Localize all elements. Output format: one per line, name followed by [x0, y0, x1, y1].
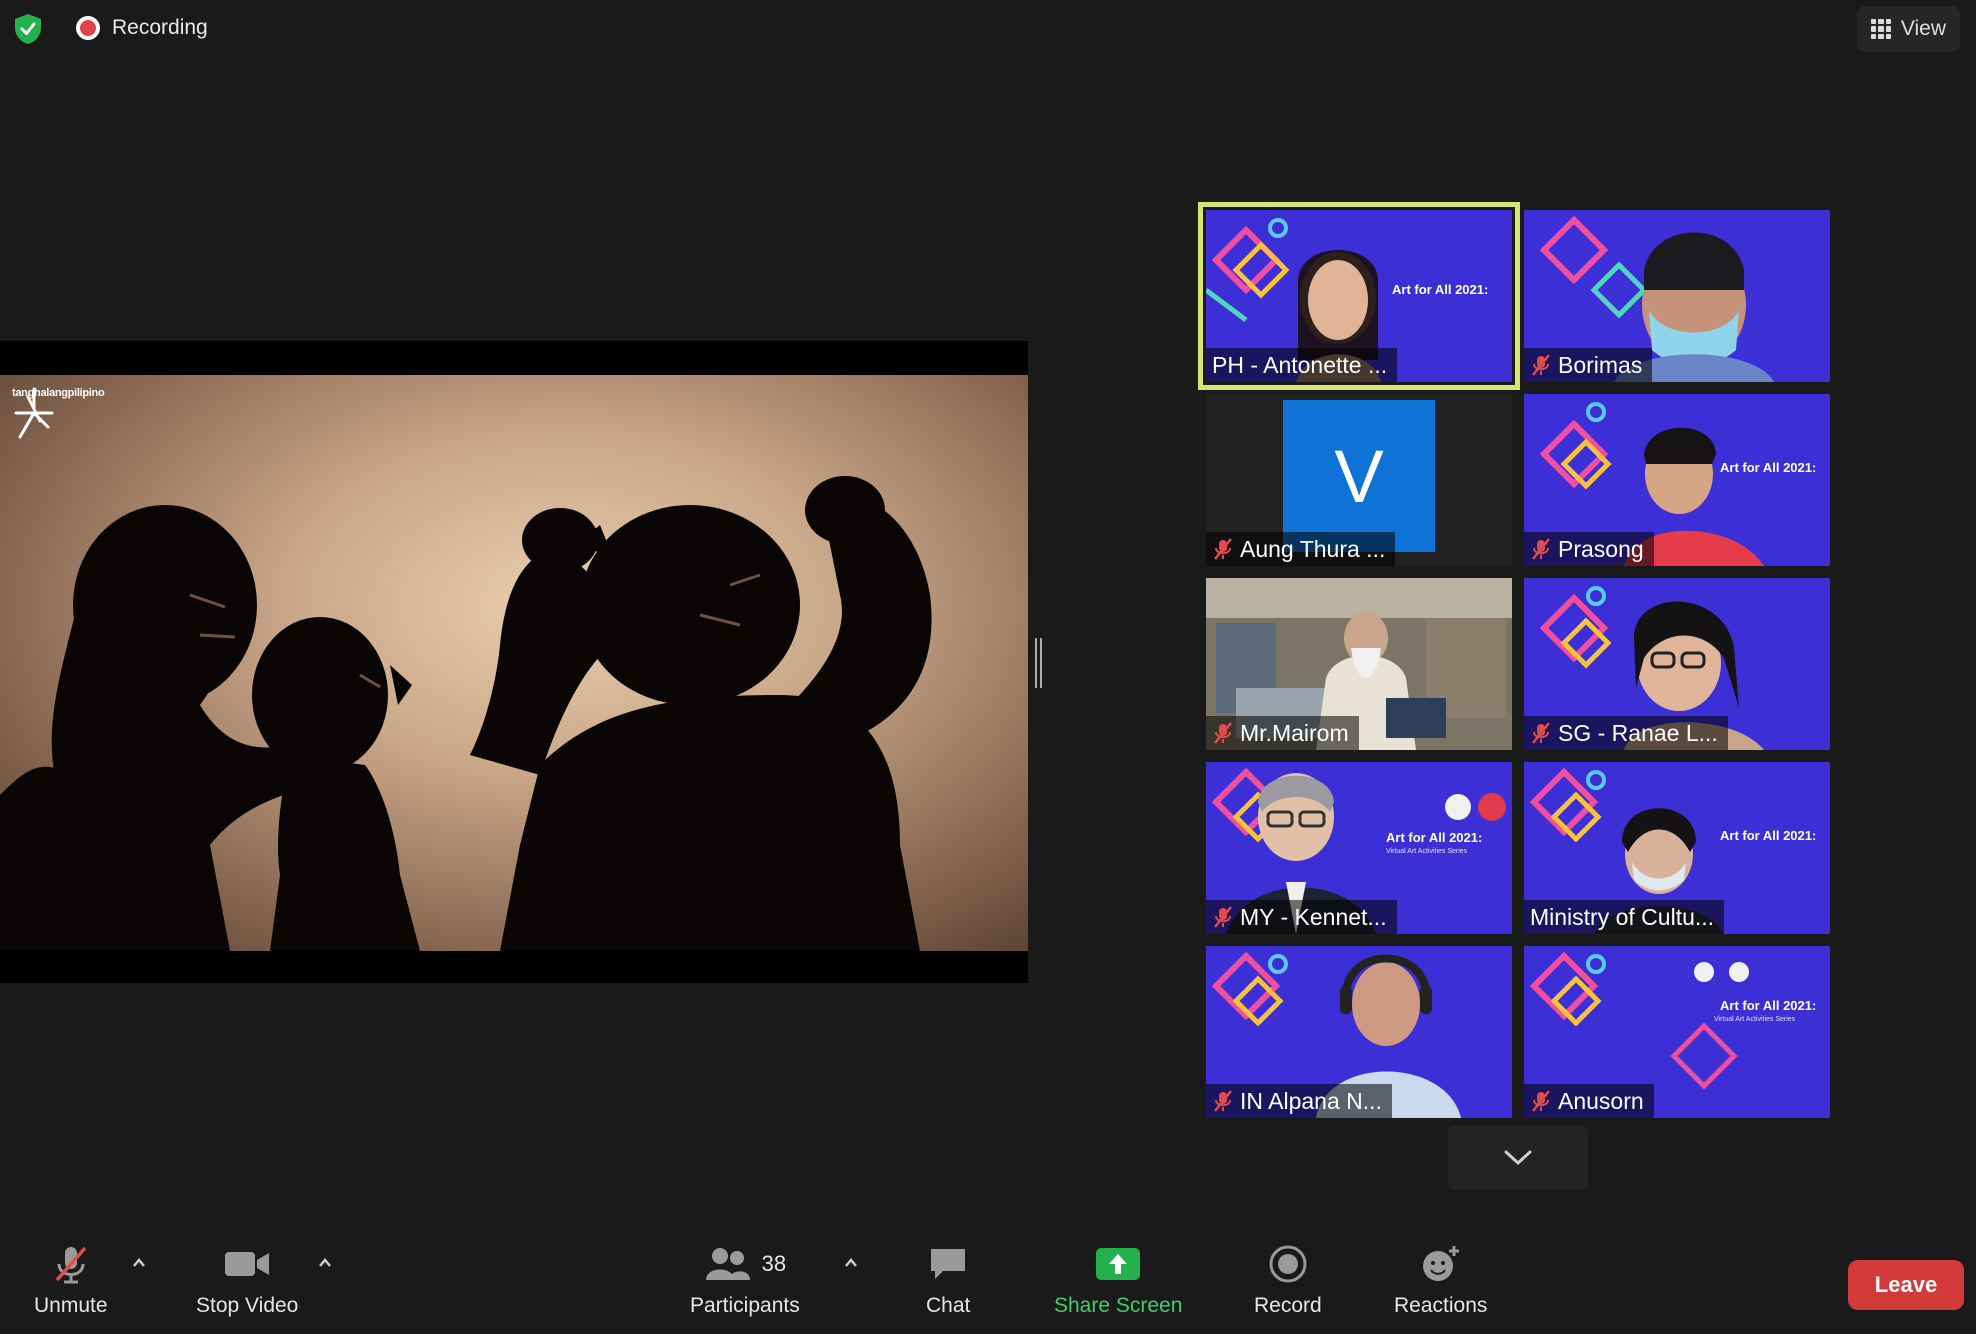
participant-tile[interactable]: SG - Ranae L...: [1524, 578, 1830, 750]
record-icon: [1268, 1244, 1308, 1284]
shadow-silhouettes: [0, 476, 932, 951]
participant-name: SG - Ranae L...: [1558, 719, 1718, 746]
unmute-button[interactable]: Unmute: [34, 1244, 108, 1318]
tanghalang-logo: tanghalangpilipino: [12, 387, 105, 439]
next-page-button[interactable]: [1448, 1126, 1588, 1190]
participant-count: 38: [761, 1251, 787, 1276]
record-button[interactable]: Record: [1254, 1244, 1322, 1318]
participant-name: PH - Antonette ...: [1212, 351, 1388, 378]
poster-subtitle: Virtual Art Activities Series: [1386, 848, 1468, 855]
participant-tile[interactable]: Art for All 2021: Ministry of Cultu...: [1524, 762, 1830, 934]
participant-tile[interactable]: Borimas: [1524, 210, 1830, 382]
participant-name: IN Alpana N...: [1240, 1087, 1382, 1114]
video-options-caret-icon[interactable]: [318, 1256, 332, 1270]
leave-button[interactable]: Leave: [1848, 1260, 1964, 1310]
participant-tile[interactable]: Art for All 2021: PH - Antonette ...: [1198, 202, 1520, 390]
participant-name: Anusorn: [1558, 1087, 1644, 1114]
participant-tile[interactable]: V Aung Thura ...: [1206, 394, 1512, 566]
encryption-shield-icon[interactable]: [12, 12, 44, 46]
poster-subtitle: Virtual Art Activities Series: [1714, 1016, 1796, 1023]
participant-name-bar: Ministry of Cultu...: [1524, 900, 1725, 934]
participant-name-bar: SG - Ranae L...: [1524, 716, 1728, 750]
stop-video-button[interactable]: Stop Video: [196, 1244, 298, 1318]
participants-options-caret-icon[interactable]: [844, 1256, 858, 1270]
participant-name: Prasong: [1558, 535, 1644, 562]
poster-title: Art for All 2021:: [1386, 830, 1483, 845]
view-label: View: [1900, 17, 1946, 40]
mic-muted-icon: [1532, 354, 1550, 376]
participant-name-bar: Prasong: [1524, 532, 1654, 566]
video-camera-icon: [223, 1244, 271, 1284]
participant-name-bar: Borimas: [1524, 348, 1653, 382]
participants-label: Participants: [690, 1294, 800, 1317]
participant-name: Aung Thura ...: [1240, 535, 1386, 562]
shared-screen: tanghalangpilipino: [0, 341, 1028, 983]
chat-label: Chat: [926, 1294, 971, 1317]
participant-name-bar: IN Alpana N...: [1206, 1084, 1392, 1118]
audio-options-caret-icon[interactable]: [132, 1256, 146, 1270]
poster-title: Art for All 2021:: [1720, 460, 1817, 475]
top-bar: Recording View: [0, 0, 1976, 58]
mic-muted-icon: [1532, 722, 1550, 744]
panel-resize-handle[interactable]: [1035, 638, 1042, 688]
mic-muted-icon: [1214, 1090, 1232, 1112]
share-screen-button[interactable]: Share Screen: [1054, 1244, 1182, 1318]
mic-muted-icon: [1214, 906, 1232, 928]
poster-title: Art for All 2021:: [1720, 828, 1817, 843]
mic-muted-icon: [1532, 1090, 1550, 1112]
share-screen-icon: [1094, 1244, 1142, 1284]
meeting-toolbar: Unmute Stop Video 38 Participants Chat S…: [0, 1234, 1976, 1334]
participant-tile[interactable]: IN Alpana N...: [1206, 946, 1512, 1118]
participant-name: Mr.Mairom: [1240, 719, 1349, 746]
shadow-puppet-video: tanghalangpilipino: [0, 375, 1028, 951]
participant-avatar: V: [1283, 400, 1435, 552]
recording-label: Recording: [112, 16, 208, 39]
share-screen-label: Share Screen: [1054, 1294, 1183, 1317]
grid-view-icon: [1870, 19, 1891, 39]
emoji-add-icon: [1420, 1244, 1462, 1284]
participant-name-bar: Mr.Mairom: [1206, 716, 1359, 750]
participant-name-bar: PH - Antonette ...: [1206, 348, 1398, 382]
record-label: Record: [1254, 1294, 1322, 1317]
participant-tile[interactable]: Art for All 2021: Prasong: [1524, 394, 1830, 566]
mic-muted-icon: [1214, 538, 1232, 560]
chat-button[interactable]: Chat: [926, 1244, 970, 1318]
participant-name: MY - Kennet...: [1240, 903, 1387, 930]
recording-indicator[interactable]: Recording: [76, 16, 208, 40]
mic-muted-icon: [1214, 722, 1232, 744]
recording-icon: [76, 16, 100, 40]
stop-video-label: Stop Video: [196, 1294, 299, 1317]
participant-tile[interactable]: Art for All 2021: Virtual Art Activities…: [1206, 762, 1512, 934]
mic-off-icon: [51, 1244, 91, 1284]
view-button[interactable]: View: [1856, 6, 1960, 52]
participant-name: Borimas: [1558, 351, 1643, 378]
unmute-label: Unmute: [34, 1294, 108, 1317]
chevron-down-icon: [1504, 1150, 1532, 1166]
poster-title: Art for All 2021:: [1392, 282, 1489, 297]
participants-button[interactable]: 38 Participants: [690, 1244, 800, 1318]
reactions-label: Reactions: [1394, 1294, 1488, 1317]
participant-name-bar: Anusorn: [1524, 1084, 1654, 1118]
participants-icon-group: 38: [704, 1244, 786, 1284]
mic-muted-icon: [1532, 538, 1550, 560]
participant-name-bar: Aung Thura ...: [1206, 532, 1396, 566]
reactions-button[interactable]: Reactions: [1394, 1244, 1487, 1318]
star-figure-icon: [14, 387, 54, 439]
chat-bubble-icon: [927, 1244, 969, 1284]
participant-name: Ministry of Cultu...: [1530, 903, 1715, 930]
people-icon: [705, 1248, 750, 1280]
participant-tile[interactable]: Mr.Mairom: [1206, 578, 1512, 750]
participant-tile[interactable]: Art for All 2021: Virtual Art Activities…: [1524, 946, 1830, 1118]
poster-title: Art for All 2021:: [1720, 998, 1817, 1013]
participant-name-bar: MY - Kennet...: [1206, 900, 1397, 934]
